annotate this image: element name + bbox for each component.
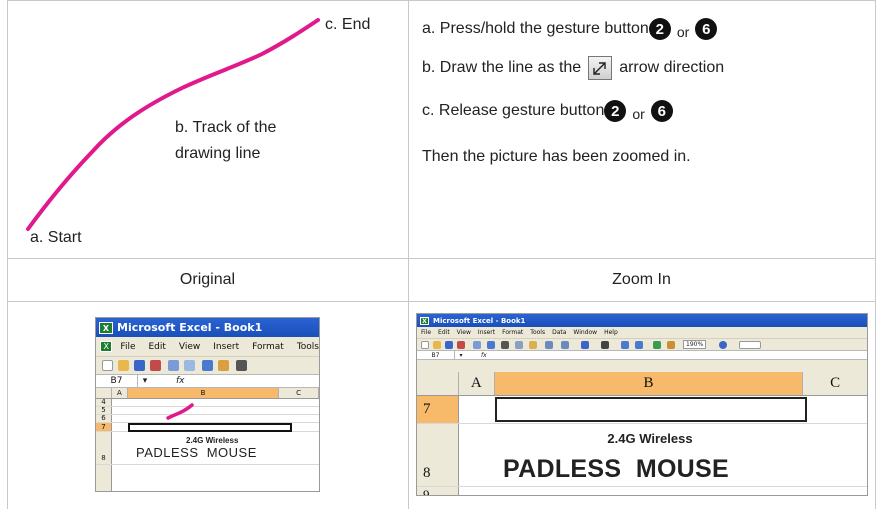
- zoom-selected-cell-b7[interactable]: [495, 397, 807, 422]
- header-original: Original: [179, 270, 236, 288]
- zoom-column-header-b[interactable]: B: [494, 372, 804, 395]
- instruction-step-b: b. Draw the line as the arrow direction: [422, 56, 724, 80]
- cell-title: PADLESS MOUSE: [136, 445, 257, 460]
- zoom-undo-icon[interactable]: [545, 341, 553, 349]
- excel-zoom-toolbar: 190%: [417, 338, 867, 350]
- zoom-row-header-8[interactable]: 8: [417, 424, 459, 486]
- zoom-menu-help[interactable]: Help: [604, 329, 618, 336]
- zoom-hyperlink-icon[interactable]: [581, 341, 589, 349]
- zoom-redo-icon[interactable]: [561, 341, 569, 349]
- zoom-menu-view[interactable]: View: [457, 329, 471, 336]
- gesture-button-6-icon: 6: [695, 18, 718, 40]
- track-label-line-2: drawing line: [175, 145, 261, 162]
- zoom-menu-window[interactable]: Window: [573, 329, 597, 336]
- instruction-table: a. Start b. Track of the drawing line c.…: [7, 0, 876, 509]
- zoom-drawing-icon[interactable]: [667, 341, 675, 349]
- step-a-text: a. Press/hold the gesture button: [422, 20, 649, 37]
- zoom-help-icon[interactable]: [719, 341, 727, 349]
- zoom-row-header-7[interactable]: 7: [417, 396, 459, 423]
- excel-zoom-formula-bar: B7 ▾ fx: [417, 350, 867, 360]
- zoom-menu-data[interactable]: Data: [552, 329, 566, 336]
- table-border-middle: [408, 0, 409, 509]
- zoom-header-spacer: [417, 360, 867, 372]
- excel-zoom-column-headers: A B C: [417, 372, 867, 396]
- zoom-new-icon[interactable]: [421, 341, 429, 349]
- or-text: or: [632, 106, 645, 122]
- step-c-text: c. Release gesture button: [422, 102, 605, 119]
- or-text: or: [676, 24, 690, 40]
- zoom-level-select[interactable]: 190%: [683, 340, 707, 349]
- step-b-prefix: b. Draw the line as the: [422, 59, 582, 76]
- excel-zoom-screenshot: X Microsoft Excel - Book1 File Edit View…: [416, 313, 868, 496]
- instruction-step-a: a. Press/hold the gesture button 2 or 6: [422, 18, 718, 40]
- step-b-suffix: arrow direction: [619, 59, 725, 76]
- zoom-name-box[interactable]: B7: [417, 351, 455, 359]
- diagonal-arrow-icon: [588, 56, 613, 80]
- table-divider-2: [7, 301, 876, 302]
- gesture-button-2-icon: 2: [604, 100, 627, 122]
- excel-zoom-title: Microsoft Excel - Book1: [433, 316, 526, 325]
- zoom-open-icon[interactable]: [433, 341, 441, 349]
- header-zoom-in: Zoom In: [612, 270, 671, 288]
- track-label-line-1: b. Track of the: [175, 119, 277, 136]
- zoom-menu-format[interactable]: Format: [502, 329, 523, 336]
- excel-zoom-title-bar: X Microsoft Excel - Book1: [417, 314, 867, 327]
- zoom-chart-icon[interactable]: [653, 341, 661, 349]
- zoom-row-header-9[interactable]: 9: [417, 487, 459, 495]
- zoom-select-all-corner[interactable]: [417, 372, 459, 395]
- zoom-copy-icon[interactable]: [515, 341, 523, 349]
- zoom-menu-tools[interactable]: Tools: [530, 329, 545, 336]
- zoom-row-9: 9: [417, 487, 867, 495]
- instruction-result: Then the picture has been zoomed in.: [422, 148, 691, 166]
- zoom-paste-icon[interactable]: [529, 341, 537, 349]
- zoom-cut-icon[interactable]: [501, 341, 509, 349]
- gesture-button-6-icon: 6: [650, 100, 673, 122]
- zoom-autosum-icon[interactable]: [601, 341, 609, 349]
- zoom-sort-ascending-icon[interactable]: [621, 341, 629, 349]
- zoom-cell-title: PADLESS MOUSE: [503, 455, 729, 483]
- instruction-step-c: c. Release gesture button 2 or 6: [422, 100, 673, 122]
- zoom-menu-edit[interactable]: Edit: [438, 329, 450, 336]
- end-label: c. End: [325, 16, 371, 33]
- excel-zoom-app-icon: X: [420, 316, 429, 325]
- result-text: Then the picture has been zoomed in.: [422, 148, 691, 165]
- zoom-name-box-dropdown-icon[interactable]: ▾: [455, 352, 467, 359]
- zoom-font-select[interactable]: [739, 341, 761, 349]
- gesture-button-2-icon: 2: [648, 18, 671, 40]
- excel-row-9: [96, 465, 319, 491]
- excel-original-screenshot: X Microsoft Excel - Book1 X File Edit Vi…: [95, 317, 320, 492]
- zoom-function-icon[interactable]: fx: [481, 352, 487, 359]
- zoom-permission-icon[interactable]: [457, 341, 465, 349]
- zoom-sort-descending-icon[interactable]: [635, 341, 643, 349]
- row-header-9[interactable]: [96, 465, 112, 491]
- zoom-menu-insert[interactable]: Insert: [478, 329, 495, 336]
- zoom-save-icon[interactable]: [445, 341, 453, 349]
- row-header-8[interactable]: 8: [96, 432, 112, 464]
- zoom-print-icon[interactable]: [473, 341, 481, 349]
- start-label: a. Start: [30, 229, 82, 246]
- zoom-row-7: 7: [417, 396, 867, 424]
- zoom-spelling-icon[interactable]: [487, 341, 495, 349]
- gesture-drawing-cell: a. Start b. Track of the drawing line c.…: [7, 0, 408, 258]
- zoom-column-header-c[interactable]: C: [803, 372, 867, 395]
- zoom-column-header-a[interactable]: A: [459, 372, 495, 395]
- gesture-stroke: [166, 403, 194, 420]
- excel-zoom-menu-bar: File Edit View Insert Format Tools Data …: [417, 327, 867, 338]
- table-border-right: [875, 0, 876, 509]
- zoom-menu-file[interactable]: File: [421, 329, 431, 336]
